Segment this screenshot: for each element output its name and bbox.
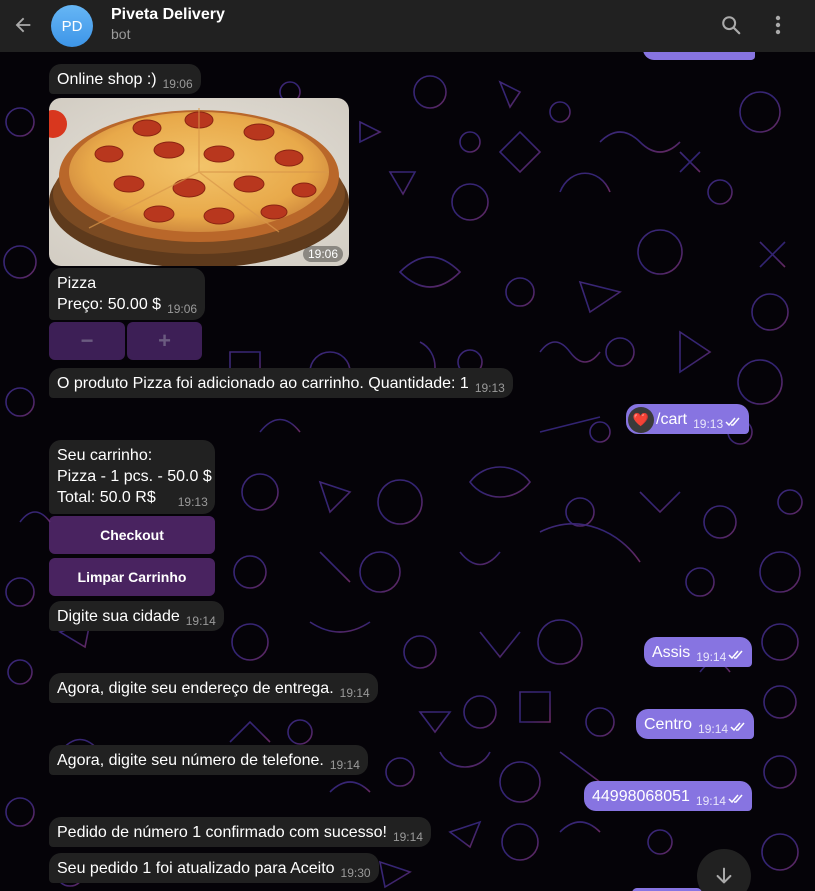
arrow-down-icon [716,867,732,884]
message-text: Agora, digite seu número de telefone. [57,752,324,769]
message-time: 19:14 [339,686,370,700]
reaction-heart-icon[interactable]: ❤️ [628,407,654,433]
message-time: 19:13 [474,381,505,395]
message-time: 19:14 [698,722,729,736]
message-time: 19:14 [329,758,360,772]
cart-item: Pizza - 1 pcs. - 50.0 $ [57,468,212,485]
message-incoming[interactable]: Pedido de número 1 confirmado com sucess… [49,817,431,847]
reaction-emoji: ❤️ [632,412,650,427]
avatar[interactable]: PD [51,5,93,47]
read-checkmarks-icon [730,722,745,732]
message-incoming[interactable]: Agora, digite seu endereço de entrega. 19… [49,673,378,703]
read-checkmarks-icon [725,417,740,427]
chat-subtitle: bot [111,26,131,42]
cart-total: Total: 50.0 R$ [57,489,156,506]
quantity-plus-button[interactable]: + [127,322,202,360]
chat-header: PD Piveta Delivery bot [0,0,815,52]
cart-title: Seu carrinho: [57,447,153,464]
message-text: 44998068051 [592,788,690,805]
quantity-minus-button[interactable]: − [49,322,125,360]
message-outgoing[interactable]: 44998068051 19:14 [584,781,752,811]
message-time: 19:14 [695,794,726,808]
message-text: O produto Pizza foi adicionado ao carrin… [57,375,469,392]
back-button[interactable] [8,10,38,40]
message-incoming[interactable]: Agora, digite seu número de telefone. 19:… [49,745,368,775]
message-text: Seu pedido 1 foi atualizado para Aceito [57,860,335,877]
product-name: Pizza [57,275,97,292]
message-incoming-cart[interactable]: Seu carrinho: Pizza - 1 pcs. - 50.0 $ To… [49,440,215,514]
message-outgoing[interactable]: Assis 19:14 [644,637,753,667]
search-icon [722,16,741,35]
message-incoming-product[interactable]: Pizza Preço: 50.00 $ 19:06 [49,268,206,320]
message-outgoing-clipped[interactable] [643,52,755,60]
message-time: 19:30 [340,866,371,880]
message-incoming[interactable]: Digite sua cidade 19:14 [49,601,224,631]
message-time: 19:06 [167,302,198,316]
message-text: Pedido de número 1 confirmado com sucess… [57,824,387,841]
more-vertical-icon [775,15,781,35]
more-menu-button[interactable] [764,10,792,40]
message-time: 19:14 [392,830,423,844]
read-checkmarks-icon [728,650,743,660]
message-time: 19:14 [185,614,216,628]
message-text: Online shop :) [57,71,157,88]
message-time: 19:13 [693,417,724,431]
message-incoming[interactable]: O produto Pizza foi adicionado ao carrin… [49,368,513,398]
clear-cart-button[interactable]: Limpar Carrinho [49,558,215,596]
message-time: 19:06 [302,246,343,262]
message-photo[interactable]: 19:06 [49,98,349,266]
message-text: Centro [644,716,693,733]
message-text: Digite sua cidade [57,608,180,625]
message-time: 19:06 [162,77,193,91]
message-list[interactable]: Online shop :) 19:06 19:06 Pizza Preço: … [0,52,815,891]
pizza-image [49,98,349,266]
message-time: 19:13 [177,495,208,509]
search-button[interactable] [716,10,746,40]
message-text: Assis [652,644,691,661]
chat-title[interactable]: Piveta Delivery [111,6,225,24]
message-outgoing[interactable]: Centro 19:14 [636,709,755,739]
message-text: /cart [656,411,688,428]
message-time: 19:14 [696,650,727,664]
product-price: Preço: 50.00 $ [57,296,162,313]
checkout-button[interactable]: Checkout [49,516,215,554]
message-incoming[interactable]: Online shop :) 19:06 [49,64,201,94]
message-text: Agora, digite seu endereço de entrega. [57,680,334,697]
message-incoming[interactable]: Seu pedido 1 foi atualizado para Aceito 1… [49,853,379,883]
arrow-left-icon [15,17,31,33]
read-checkmarks-icon [728,794,743,804]
